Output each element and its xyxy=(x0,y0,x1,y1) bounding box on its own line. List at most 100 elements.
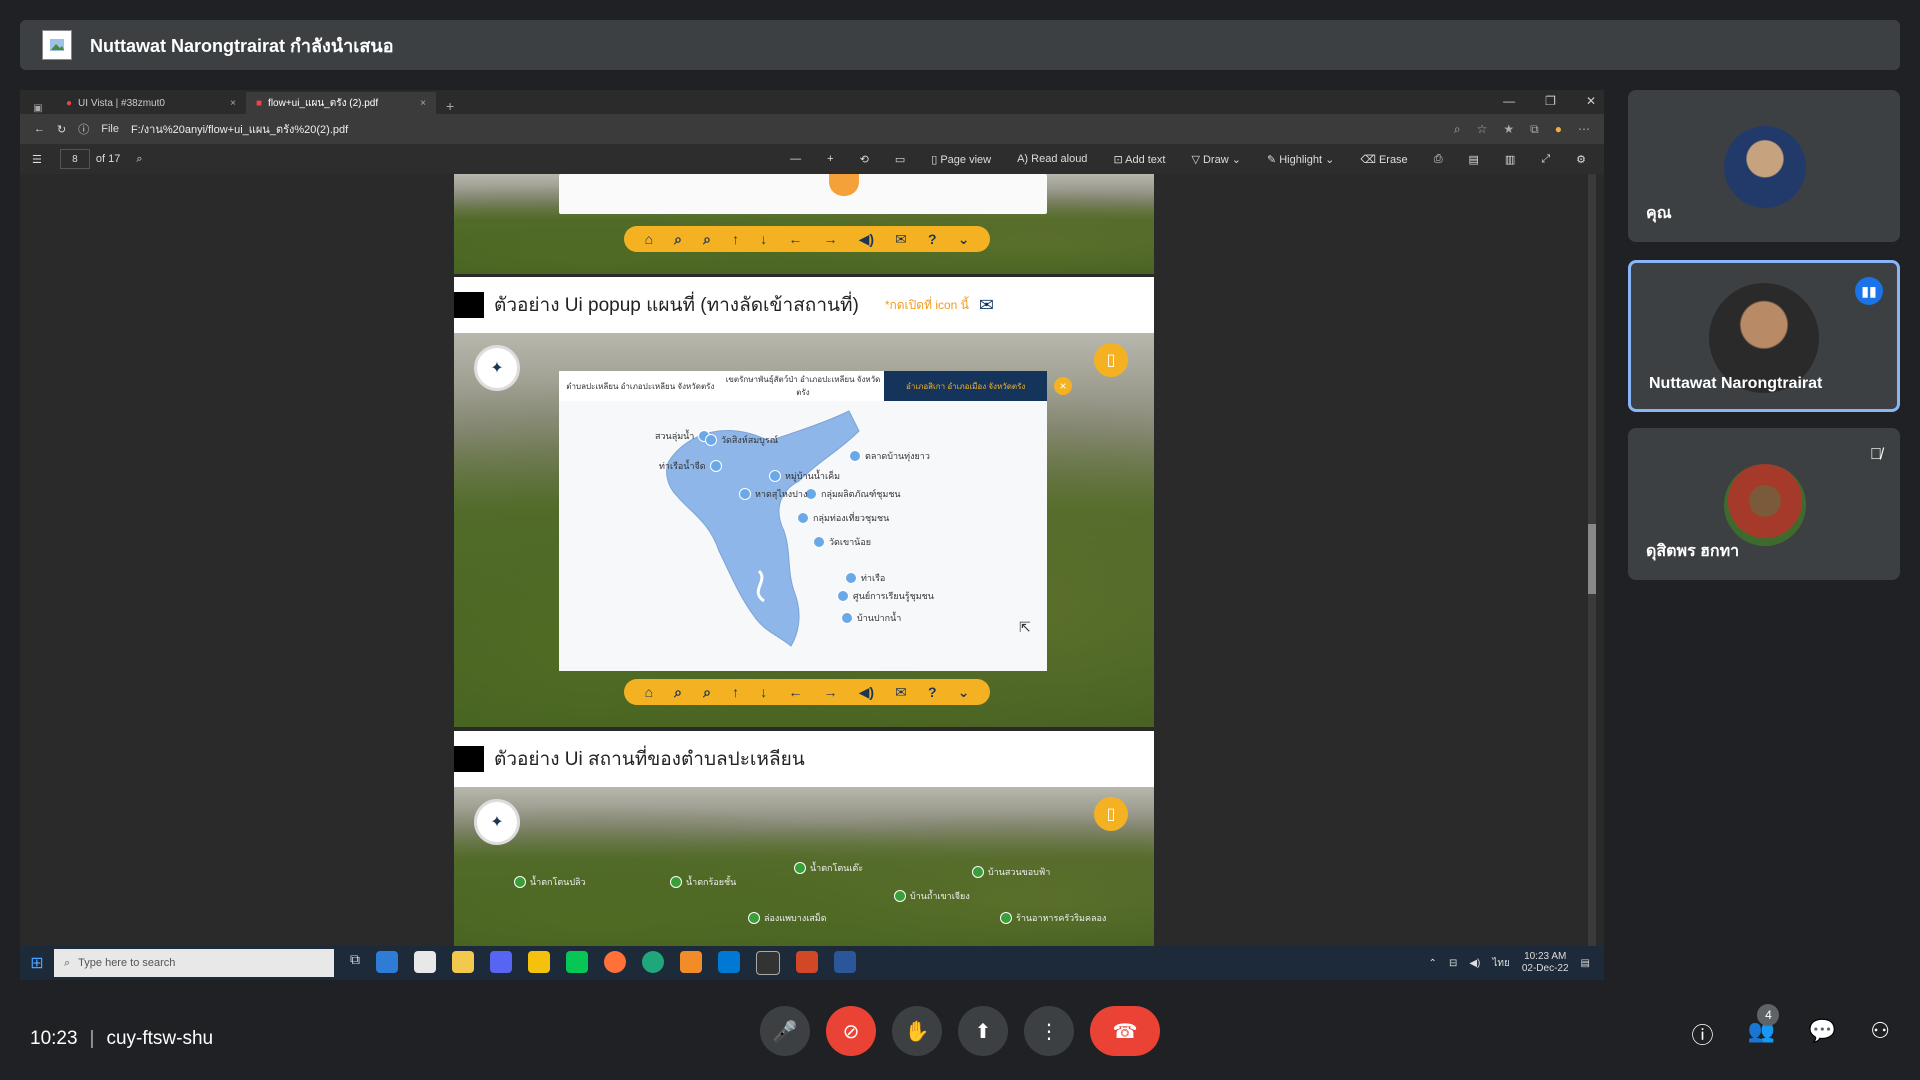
close-popup-icon: × xyxy=(1054,377,1072,395)
contents-icon[interactable]: ☰ xyxy=(32,153,42,166)
compass-icon: ✦ xyxy=(474,799,520,845)
add-text-button[interactable]: ⊡ Add text xyxy=(1113,153,1165,166)
zoom-in-icon[interactable]: + xyxy=(827,153,833,165)
participant-tile-presenter[interactable]: ▮▮ Nuttawat Narongtrairat xyxy=(1628,260,1900,412)
map-place: หาดสุไหงปาง xyxy=(739,487,807,501)
fullscreen-icon[interactable]: ⤢ xyxy=(1541,153,1550,166)
read-aloud-button[interactable]: A) Read aloud xyxy=(1017,153,1087,165)
heading-marker xyxy=(454,292,484,318)
page-view-label: Page view xyxy=(940,153,992,166)
tab-actions-icon[interactable]: ▣ xyxy=(20,103,56,114)
minimize-button[interactable]: — xyxy=(1503,94,1515,108)
map-place: กลุ่มท่องเที่ยวชุมชน xyxy=(797,511,889,525)
line-icon[interactable] xyxy=(566,951,588,973)
map-pin-envelope-icon: ✉ xyxy=(978,294,994,315)
task-view-icon[interactable]: ⧉ xyxy=(350,951,360,975)
browser-tab-1[interactable]: ● UI Vista | #38zmut0 × xyxy=(56,92,246,114)
file-explorer-icon[interactable] xyxy=(452,951,474,973)
map-place: ท่าเรือ xyxy=(845,571,885,585)
camera-off-button[interactable]: ⊘ xyxy=(826,1006,876,1056)
leave-call-button[interactable]: ☎ xyxy=(1090,1006,1160,1056)
store-icon[interactable] xyxy=(718,951,740,973)
windows-taskbar: ⊞ ⌕ Type here to search ⧉ ⌃ ⊟ ◀) ไทย 10:… xyxy=(20,946,1604,980)
more-icon[interactable]: ⋯ xyxy=(1578,122,1590,137)
erase-button[interactable]: ⌫ Erase xyxy=(1360,153,1407,166)
volume-icon[interactable]: ◀) xyxy=(1469,958,1480,969)
back-icon[interactable]: ← xyxy=(34,123,45,135)
app-icon[interactable] xyxy=(414,951,436,973)
notifications-icon[interactable]: ▤ xyxy=(1581,958,1590,969)
edge-icon[interactable] xyxy=(642,951,664,973)
heading-text: ตัวอย่าง Ui popup แผนที่ (ทางลัดเข้าสถาน… xyxy=(494,295,859,316)
browser-tab-2[interactable]: ■ flow+ui_แผน_ตรัง (2).pdf × xyxy=(246,92,436,114)
profile-avatar[interactable]: ● xyxy=(1555,122,1562,137)
scrollbar-thumb[interactable] xyxy=(1588,524,1596,594)
pdf-toolbar: ☰ 8 of 17 ⌕ — + ⟲ ▭ ▯ Page view A) Read … xyxy=(20,144,1604,174)
district-map xyxy=(666,410,860,647)
pdf-slide-map-popup: ✦ ▯ × ตำบลปะเหลียน อำเภอปะเหลียน จังหวัด… xyxy=(454,333,1154,727)
chevron-up-icon[interactable]: ⌃ xyxy=(1429,958,1437,969)
taskbar-search[interactable]: ⌕ Type here to search xyxy=(54,949,334,977)
camera-off-icon: ⊘ xyxy=(842,1020,860,1043)
notion-icon[interactable] xyxy=(756,951,780,975)
map-place: ศูนย์การเรียนรู้ชุมชน xyxy=(837,589,934,603)
close-tab-icon[interactable]: × xyxy=(420,98,426,109)
windows-start-icon[interactable]: ⊞ xyxy=(20,953,54,973)
pdf-viewer[interactable]: ⌂ ⌕ ⌕ ↑ ↓ ← → ◀) ✉ ? ⌄ ตัวอย่าง Ui popup… xyxy=(20,174,1604,946)
favorite-icon[interactable]: ☆ xyxy=(1477,122,1488,137)
page-view-button[interactable]: ▯ Page view xyxy=(931,153,991,166)
pdf-page-partial: ⌂ ⌕ ⌕ ↑ ↓ ← → ◀) ✉ ? ⌄ xyxy=(454,174,1154,274)
word-icon[interactable] xyxy=(834,951,856,973)
home-icon: ⌂ xyxy=(644,231,654,247)
add-text-label: Add text xyxy=(1125,153,1166,166)
close-tab-icon[interactable]: × xyxy=(230,98,236,109)
present-button[interactable]: ⬆ xyxy=(958,1006,1008,1056)
network-icon[interactable]: ⊟ xyxy=(1449,958,1457,969)
page-number-input[interactable]: 8 xyxy=(59,149,90,169)
nav-pill: ⌂ ⌕ ⌕ ↑ ↓ ← → ◀) ✉ ? ⌄ xyxy=(624,679,990,705)
help-icon: ? xyxy=(928,684,937,700)
sticky-notes-icon[interactable] xyxy=(528,951,550,973)
pdf-scrollbar[interactable] xyxy=(1588,174,1596,946)
pdf-tools: — + ⟲ ▭ ▯ Page view A) Read aloud ⊡ Add … xyxy=(790,153,1604,166)
language-indicator[interactable]: ไทย xyxy=(1492,956,1509,971)
nav-pill: ⌂ ⌕ ⌕ ↑ ↓ ← → ◀) ✉ ? ⌄ xyxy=(624,226,990,252)
people-button[interactable]: 👥 4 xyxy=(1747,1004,1780,1050)
draw-button[interactable]: ▽ Draw ⌄ xyxy=(1191,153,1240,166)
arrow-right-icon: → xyxy=(823,231,838,247)
discord-icon[interactable] xyxy=(490,951,512,973)
favorites-icon[interactable]: ★ xyxy=(1503,122,1514,137)
new-tab-button[interactable]: + xyxy=(446,98,454,114)
participant-tile-3[interactable]: 🎙̸ ดุสิตพร ฮกทา xyxy=(1628,428,1900,580)
edge-app-icon[interactable] xyxy=(376,951,398,973)
pdf-icon: ■ xyxy=(256,97,263,109)
fit-page-icon[interactable]: ▭ xyxy=(895,153,905,166)
app-icon[interactable] xyxy=(680,951,702,973)
refresh-icon[interactable]: ↻ xyxy=(57,123,66,136)
collections-icon[interactable]: ⧉ xyxy=(1530,122,1539,137)
close-window-button[interactable]: ✕ xyxy=(1586,94,1596,108)
zoom-icon[interactable]: ⌕ xyxy=(1454,122,1461,137)
chat-icon[interactable]: 💬 xyxy=(1809,1018,1836,1050)
microphone-button[interactable]: 🎤 xyxy=(760,1006,810,1056)
participant-tile-self[interactable]: คุณ xyxy=(1628,90,1900,242)
highlight-button[interactable]: ✎ Highlight ⌄ xyxy=(1267,153,1334,166)
save-icon[interactable]: ▤ xyxy=(1469,153,1479,166)
url-field[interactable]: F:/งาน%20anyi/flow+ui_แผน_ตรัง%20(2).pdf xyxy=(131,120,348,138)
powerpoint-icon[interactable] xyxy=(796,951,818,973)
more-options-button[interactable]: ⋮ xyxy=(1024,1006,1074,1056)
search-icon[interactable]: ⌕ xyxy=(136,153,142,166)
settings-icon[interactable]: ⚙ xyxy=(1576,153,1586,166)
zoom-out-icon[interactable]: — xyxy=(790,153,801,165)
print-icon[interactable]: ⎙ xyxy=(1434,153,1443,166)
save-as-icon[interactable]: ▥ xyxy=(1505,153,1515,166)
taskbar-clock[interactable]: 10:23 AM 02-Dec-22 xyxy=(1522,951,1569,975)
restore-button[interactable]: ❐ xyxy=(1545,94,1556,108)
meeting-details-icon[interactable]: ⓘ xyxy=(1691,1018,1713,1050)
page-image-box xyxy=(559,174,1047,214)
place-marker: น้ำตกโตนเต๊ะ xyxy=(794,861,863,875)
activities-icon[interactable]: ⚇ xyxy=(1870,1018,1890,1050)
rotate-icon[interactable]: ⟲ xyxy=(860,153,869,166)
firefox-icon[interactable] xyxy=(604,951,626,973)
raise-hand-button[interactable]: ✋ xyxy=(892,1006,942,1056)
